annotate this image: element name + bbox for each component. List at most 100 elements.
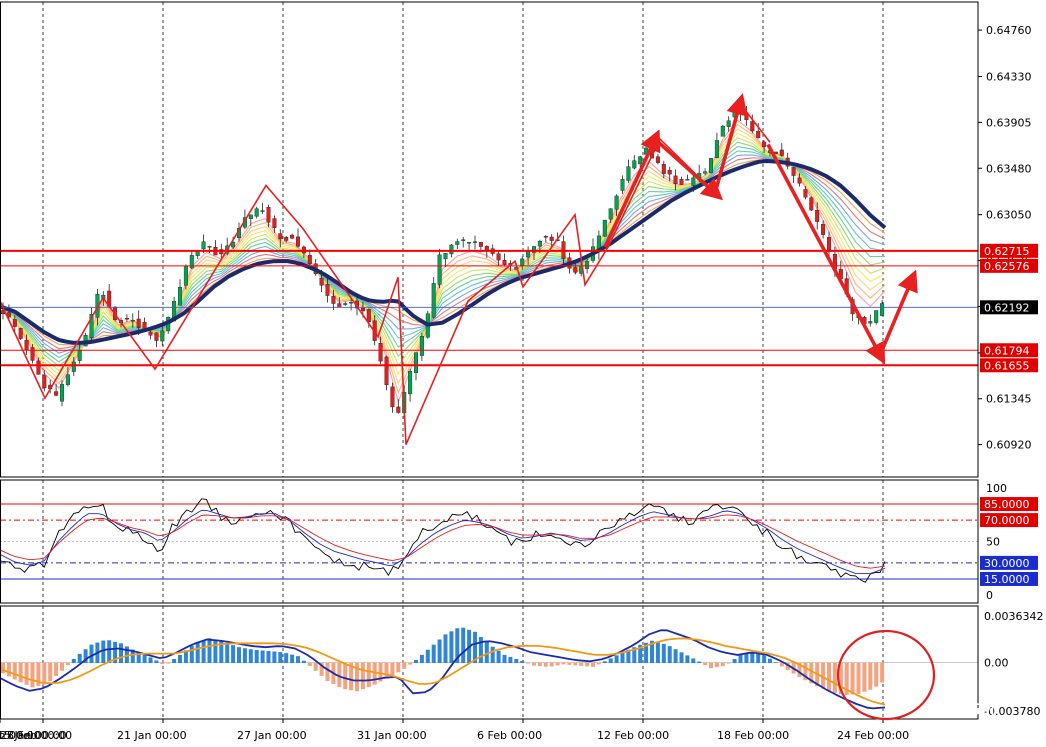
macd-bar <box>726 662 731 664</box>
x-tick-label: 6 Feb 00:00 <box>477 729 542 742</box>
candle-body <box>154 332 159 341</box>
macd-tick-label: 0.0036342 <box>984 610 1044 623</box>
candle-body <box>437 254 442 285</box>
macd-bar <box>431 644 436 664</box>
macd-bar <box>272 651 277 664</box>
macd-bar <box>189 645 194 664</box>
macd-bar <box>827 662 831 692</box>
level-label: 0.61655 <box>984 359 1030 372</box>
candle-body <box>337 303 342 308</box>
candle-body <box>54 391 59 396</box>
macd-bar <box>685 655 690 664</box>
macd-bar <box>384 662 389 679</box>
osc-tick-label: 100 <box>986 482 1007 495</box>
candle-body <box>473 241 478 243</box>
macd-bar <box>142 654 147 664</box>
candle-body <box>360 307 365 312</box>
candle-body <box>762 141 767 148</box>
candle-body <box>290 234 295 239</box>
y-tick-label: 0.64760 <box>986 24 1032 37</box>
macd-bar <box>673 649 678 664</box>
zigzag-line <box>0 101 771 445</box>
candle-body <box>443 253 448 260</box>
macd-bar <box>573 662 578 666</box>
macd-bar <box>555 662 560 666</box>
candle-body <box>874 310 879 323</box>
y-tick-label: 0.60920 <box>986 439 1032 452</box>
candle-body <box>254 208 259 217</box>
macd-bar <box>697 661 702 664</box>
x-tick-label: 18 Feb 00:00 <box>717 729 789 742</box>
macd-bar <box>667 646 672 664</box>
macd-bar <box>490 646 495 664</box>
y-tick-label: 0.64330 <box>986 70 1032 83</box>
candle-body <box>60 384 65 402</box>
macd-bar <box>148 657 153 664</box>
macd-bar <box>278 652 283 664</box>
macd-bar <box>425 649 430 664</box>
candle-body <box>608 208 613 220</box>
candle-body <box>419 336 424 356</box>
candle-body <box>679 179 684 185</box>
macd-bar <box>543 662 548 667</box>
macd-bar <box>6 662 11 677</box>
macd-bar <box>773 662 778 664</box>
macd-bar <box>195 642 200 664</box>
osc-tick-label: 0 <box>986 589 993 602</box>
candle-body <box>307 254 312 264</box>
candle-body <box>779 149 784 156</box>
candle-body <box>667 169 672 175</box>
level-label: 0.61794 <box>984 344 1030 357</box>
macd-bar <box>496 650 501 664</box>
osc-level-label: 30.0000 <box>984 557 1030 570</box>
macd-bar <box>862 662 867 692</box>
macd-bar <box>160 662 165 665</box>
candles <box>1 102 885 419</box>
macd-bar <box>242 648 247 664</box>
macd-bar <box>478 636 483 664</box>
macd-bar <box>744 653 749 664</box>
candle-body <box>77 350 82 361</box>
macd-bar <box>301 660 306 664</box>
macd-line <box>0 637 886 706</box>
macd-bar <box>608 658 613 664</box>
macd-bar <box>514 658 519 664</box>
candle-body <box>791 167 796 176</box>
macd-panel <box>0 627 978 710</box>
macd-bar <box>596 662 601 665</box>
y-tick-label: 0.63480 <box>986 162 1032 175</box>
macd-bar <box>679 652 684 664</box>
current-price-label: 0.62192 <box>984 301 1030 314</box>
candle-body <box>384 356 389 386</box>
macd-bar <box>461 627 466 664</box>
macd-bar <box>691 658 696 664</box>
candle-body <box>720 125 725 137</box>
candle-body <box>626 166 631 181</box>
candle-body <box>703 171 708 174</box>
osc-tick-label: 50 <box>986 536 1000 549</box>
candle-body <box>537 241 542 247</box>
macd-bar <box>402 662 407 669</box>
candle-body <box>673 175 678 185</box>
candle-body <box>366 309 371 323</box>
time-axis: 9 Jan 00:0015 Jan 00:0021 Jan 00:0027 Ja… <box>0 719 909 742</box>
x-tick-label: 24 Feb 00:00 <box>837 729 909 742</box>
macd-bar <box>714 662 719 668</box>
candle-body <box>803 189 808 198</box>
candle-body <box>620 179 625 191</box>
macd-bar <box>54 662 59 676</box>
macd-bar <box>614 655 619 664</box>
candle-body <box>543 236 548 238</box>
level-label: 0.62715 <box>984 245 1030 258</box>
candle-body <box>207 246 212 248</box>
candle-body <box>602 219 607 237</box>
macd-bar <box>313 662 318 671</box>
candle-body <box>42 375 47 389</box>
candle-body <box>331 295 336 304</box>
macd-bar <box>549 662 554 667</box>
panel-border <box>0 1 979 478</box>
horizontal-levels <box>0 249 978 367</box>
candle-body <box>408 370 413 395</box>
macd-bar <box>661 643 666 664</box>
macd-bar <box>768 658 772 664</box>
